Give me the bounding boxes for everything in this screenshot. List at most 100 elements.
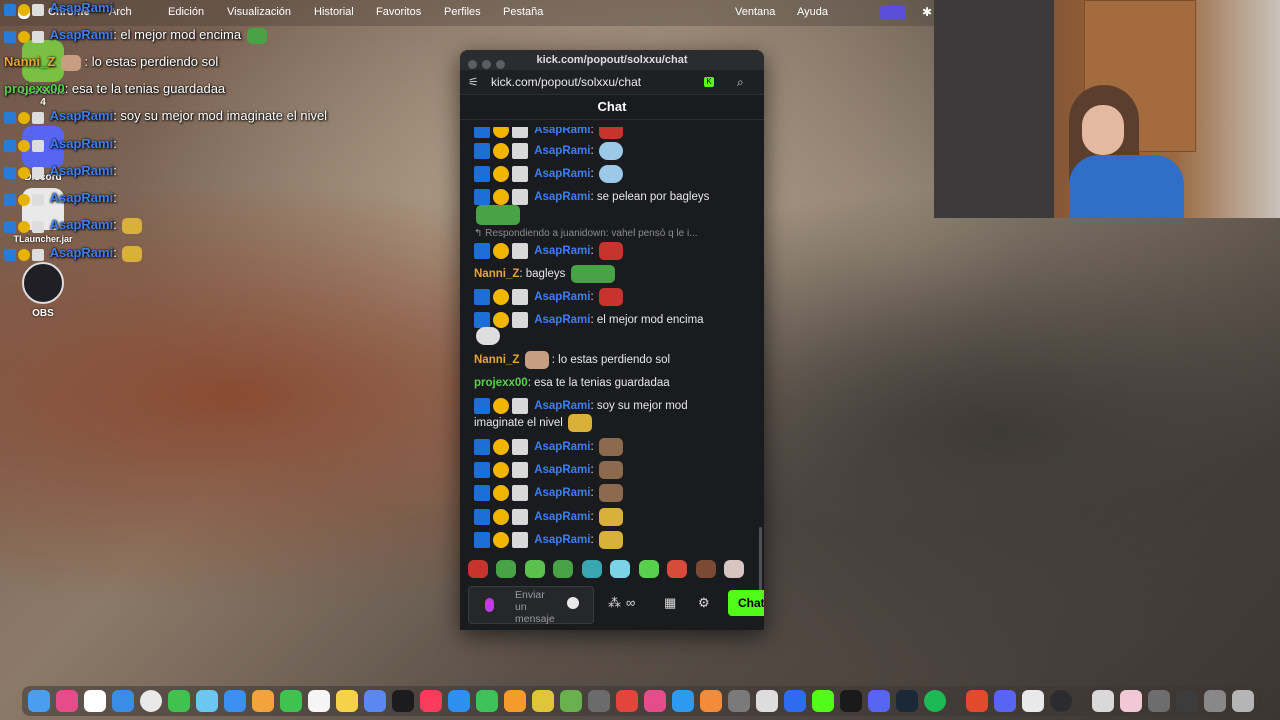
chat-username[interactable]: AsapRami xyxy=(534,191,590,203)
zoom-window-icon[interactable] xyxy=(496,60,505,69)
dock-app-icon[interactable] xyxy=(784,690,806,712)
url-text[interactable]: kick.com/popout/solxxu/chat xyxy=(491,70,641,94)
chat-message-list[interactable]: AsapRami: AsapRami: AsapRami: AsapRami: … xyxy=(460,127,764,602)
dock-app-icon[interactable] xyxy=(616,690,638,712)
chat-username[interactable]: AsapRami xyxy=(534,168,590,180)
quick-emote-icon[interactable] xyxy=(638,560,659,578)
dock-app-icon[interactable] xyxy=(756,690,778,712)
numbers-icon[interactable] xyxy=(476,690,498,712)
quick-emote-icon[interactable] xyxy=(553,560,574,578)
dock-file-icon[interactable] xyxy=(1120,690,1142,712)
chat-username[interactable]: AsapRami xyxy=(534,441,590,453)
address-bar[interactable]: ⚟ kick.com/popout/solxxu/chat K ⌕ xyxy=(460,70,764,95)
store-icon[interactable]: ▦ xyxy=(664,595,676,611)
chat-message-input[interactable]: Enviar un mensaje xyxy=(468,586,594,625)
ea-icon[interactable] xyxy=(1022,690,1044,712)
photos-icon[interactable] xyxy=(252,690,274,712)
safari-icon[interactable] xyxy=(112,690,134,712)
discord-icon[interactable] xyxy=(994,690,1016,712)
settings-gear-icon[interactable]: ⚙ xyxy=(698,595,710,611)
overlay-username: Nanni_Z xyxy=(4,54,56,69)
notes-icon[interactable] xyxy=(336,690,358,712)
quick-emote-icon[interactable] xyxy=(667,560,688,578)
dock-app-icon[interactable] xyxy=(588,690,610,712)
music-icon[interactable] xyxy=(420,690,442,712)
spotify-icon[interactable] xyxy=(924,690,946,712)
site-settings-icon[interactable]: ⚟ xyxy=(468,70,479,94)
obs-icon[interactable] xyxy=(1050,690,1072,712)
apple-tv-icon[interactable] xyxy=(392,690,414,712)
freeform-icon[interactable] xyxy=(364,690,386,712)
dock-folder-icon[interactable] xyxy=(1204,690,1226,712)
window-titlebar[interactable]: kick.com/popout/solxxu/chat xyxy=(460,50,764,70)
reply-context[interactable]: ↰ Respondiendo a juanidown: vahel pensó … xyxy=(474,228,698,239)
trash-icon[interactable] xyxy=(1232,690,1254,712)
quick-emote-icon[interactable] xyxy=(468,560,488,578)
minecraft-icon[interactable] xyxy=(560,690,582,712)
menu-ayuda[interactable]: Ayuda xyxy=(797,6,828,18)
quick-emote-icon[interactable] xyxy=(724,560,745,578)
infinity-icon[interactable]: ∞ xyxy=(626,595,635,610)
facetime-icon[interactable] xyxy=(280,690,302,712)
microphone-icon[interactable] xyxy=(485,598,494,612)
kick-extension-icon[interactable]: K xyxy=(704,77,714,87)
menu-ventana[interactable]: Ventana xyxy=(735,6,775,18)
app-store-icon[interactable] xyxy=(672,690,694,712)
overlay-line: AsapRami: xyxy=(4,190,117,206)
maps-icon[interactable] xyxy=(196,690,218,712)
chat-username[interactable]: AsapRami xyxy=(534,511,590,523)
quick-emote-icon[interactable] xyxy=(524,560,545,578)
reply-arrow-icon: ↰ xyxy=(474,228,486,239)
system-settings-icon[interactable] xyxy=(728,690,750,712)
kick-icon[interactable] xyxy=(812,690,834,712)
quick-emote-icon[interactable] xyxy=(610,560,631,578)
chat-username[interactable]: AsapRami xyxy=(534,464,590,476)
discord-icon[interactable] xyxy=(868,690,890,712)
calendar-icon[interactable] xyxy=(84,690,106,712)
minimize-window-icon[interactable] xyxy=(482,60,491,69)
quick-emote-icon[interactable] xyxy=(496,560,517,578)
chat-username[interactable]: AsapRami xyxy=(534,245,590,257)
zoom-icon[interactable]: ⌕ xyxy=(737,70,744,94)
chrome-icon[interactable] xyxy=(140,690,162,712)
game-icon[interactable] xyxy=(532,690,554,712)
chat-username[interactable]: AsapRami xyxy=(534,534,590,546)
dock-app-icon[interactable] xyxy=(840,690,862,712)
chat-username[interactable]: AsapRami xyxy=(534,487,590,499)
chat-username[interactable]: AsapRami xyxy=(534,400,590,412)
emoji-picker-icon[interactable] xyxy=(567,597,579,609)
dock-file-icon[interactable] xyxy=(1092,690,1114,712)
chat-username[interactable]: AsapRami xyxy=(534,314,590,326)
dock-folder-icon[interactable] xyxy=(1148,690,1170,712)
steam-icon[interactable] xyxy=(896,690,918,712)
messages-icon[interactable] xyxy=(168,690,190,712)
users-icon[interactable]: ⁂ xyxy=(608,595,621,611)
finder-icon[interactable] xyxy=(28,690,50,712)
close-window-icon[interactable] xyxy=(468,60,477,69)
quick-emote-icon[interactable] xyxy=(695,560,716,578)
chat-username[interactable]: AsapRami xyxy=(534,291,590,303)
dock-app-icon[interactable] xyxy=(644,690,666,712)
dock-app-icon[interactable] xyxy=(966,690,988,712)
chat-username[interactable]: AsapRami xyxy=(534,145,590,157)
send-chat-button[interactable]: Chat xyxy=(728,590,764,616)
screen-mirroring-icon[interactable] xyxy=(880,6,906,20)
keynote-icon[interactable] xyxy=(448,690,470,712)
chat-username[interactable]: Nanni_Z xyxy=(474,354,519,366)
bluetooth-icon[interactable]: ✱ xyxy=(922,5,932,19)
menu-pestana[interactable]: Pestaña xyxy=(503,6,543,18)
reminders-icon[interactable] xyxy=(308,690,330,712)
chat-username[interactable]: Nanni_Z xyxy=(474,268,519,280)
overlay-line: AsapRami: xyxy=(4,136,117,152)
pages-icon[interactable] xyxy=(504,690,526,712)
quick-emote-icon[interactable] xyxy=(581,560,602,578)
chat-username[interactable]: AsapRami xyxy=(534,127,590,136)
og-badge-icon xyxy=(512,462,528,478)
emote-icon xyxy=(598,242,623,260)
mail-icon[interactable] xyxy=(224,690,246,712)
launchpad-icon[interactable] xyxy=(56,690,78,712)
dock-folder-icon[interactable] xyxy=(1176,690,1198,712)
desktop-icon-obs[interactable]: OBS xyxy=(18,262,68,319)
chat-username[interactable]: projexx00 xyxy=(474,377,528,389)
garageband-icon[interactable] xyxy=(700,690,722,712)
